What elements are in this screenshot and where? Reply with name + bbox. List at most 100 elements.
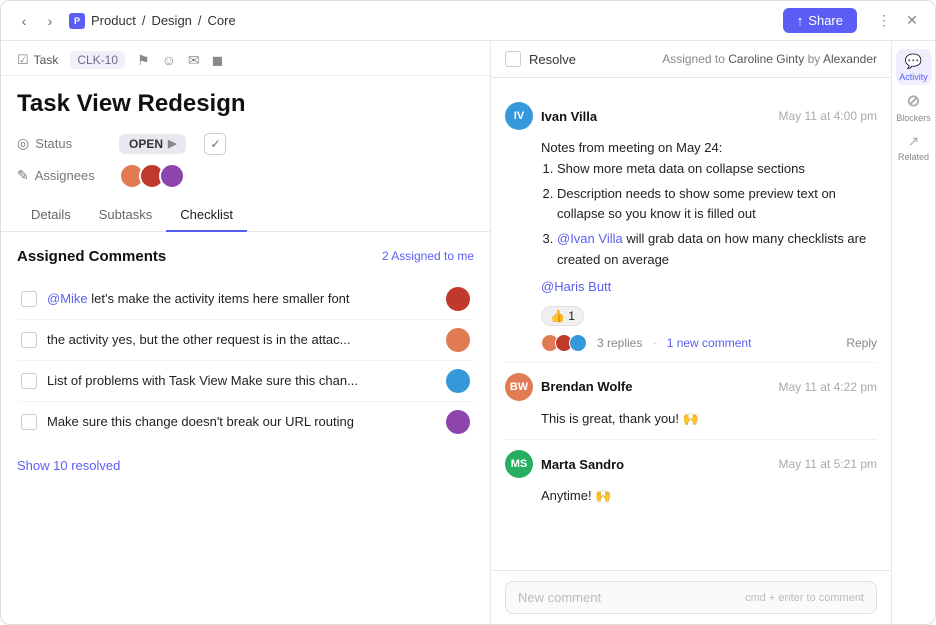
- activity-sidebar-button[interactable]: 💬 Activity: [896, 49, 932, 85]
- image-icon[interactable]: ◼: [212, 52, 224, 69]
- task-title: Task View Redesign: [17, 90, 474, 119]
- show-resolved-button[interactable]: Show 10 resolved: [17, 458, 474, 473]
- close-button[interactable]: ✕: [901, 10, 923, 32]
- complete-button[interactable]: ✓: [204, 133, 226, 155]
- item-avatar-3: [446, 369, 470, 393]
- status-label-text: Status: [35, 136, 72, 151]
- emoji-icon[interactable]: ☺: [162, 52, 176, 68]
- related-sidebar-button[interactable]: ↗ Related: [896, 129, 932, 165]
- new-comment-indicator: 1 new comment: [667, 336, 752, 350]
- reply-button[interactable]: Reply: [846, 336, 877, 350]
- blockers-sidebar-button[interactable]: ⊘ Blockers: [896, 89, 932, 125]
- activity-header: Resolve Assigned to Caroline Ginty by Al…: [491, 41, 891, 78]
- comment-input-hint: cmd + enter to comment: [745, 592, 864, 604]
- comment-input-area: New comment cmd + enter to comment: [491, 570, 891, 624]
- product-icon: P: [69, 13, 85, 29]
- comment-body-brendan: This is great, thank you! 🙌: [505, 409, 877, 430]
- comment-mention-haris: @Haris Butt: [541, 277, 877, 298]
- comment-intro: Notes from meeting on May 24:: [541, 138, 877, 159]
- breadcrumb: P Product / Design / Core: [69, 13, 236, 29]
- resolve-area: Resolve: [505, 51, 576, 67]
- item-checkbox-2[interactable]: [21, 332, 37, 348]
- right-sidebar: 💬 Activity ⊘ Blockers ↗ Related: [891, 41, 935, 624]
- item-checkbox-3[interactable]: [21, 373, 37, 389]
- checklist-item: Make sure this change doesn't break our …: [17, 402, 474, 442]
- left-panel: ☑ Task CLK-10 ⚑ ☺ ✉ ◼ Task View Redesign…: [1, 41, 491, 624]
- resolve-checkbox[interactable]: [505, 51, 521, 67]
- comment-time-marta: May 11 at 5:21 pm: [779, 457, 878, 471]
- back-button[interactable]: ‹: [13, 10, 35, 32]
- comment-input-placeholder: New comment: [518, 590, 601, 605]
- marta-text: Anytime! 🙌: [541, 486, 877, 507]
- replies-count: 3 replies: [597, 336, 642, 350]
- task-type-icon: ☑: [17, 52, 29, 68]
- status-badge[interactable]: OPEN ▶: [119, 134, 186, 154]
- comment-list: Show more meta data on collapse sections…: [541, 159, 877, 271]
- reply-avatars: [541, 334, 587, 352]
- comment-avatar-ivan: IV: [505, 102, 533, 130]
- status-value: OPEN: [129, 137, 163, 151]
- item-avatar-1: [446, 287, 470, 311]
- comment-footer-ivan: 3 replies · 1 new comment Reply: [505, 334, 877, 352]
- tab-subtasks[interactable]: Subtasks: [85, 199, 166, 232]
- breadcrumb-core[interactable]: Core: [208, 13, 236, 28]
- mention-ivan: @Ivan Villa: [557, 231, 623, 246]
- comments-area: IV Ivan Villa May 11 at 4:00 pm Notes fr…: [491, 78, 891, 570]
- section-title: Assigned Comments: [17, 248, 166, 265]
- thumbs-up-reaction[interactable]: 👍 1: [541, 306, 584, 326]
- activity-sidebar-label: Activity: [899, 72, 928, 82]
- item-text-3: List of problems with Task View Make sur…: [47, 373, 436, 388]
- main-content: ☑ Task CLK-10 ⚑ ☺ ✉ ◼ Task View Redesign…: [1, 41, 935, 624]
- section-header: Assigned Comments 2 Assigned to me: [17, 248, 474, 265]
- status-icon: ◎: [17, 135, 29, 152]
- tab-checklist[interactable]: Checklist: [166, 199, 247, 232]
- comment-list-item: Description needs to show some preview t…: [557, 184, 877, 226]
- breadcrumb-product[interactable]: Product: [91, 13, 136, 28]
- nav-arrows: ‹ ›: [13, 10, 61, 32]
- share-button[interactable]: ↑ Share: [783, 8, 857, 33]
- task-fields: ◎ Status OPEN ▶ ✓ ✎ Assignees: [1, 129, 490, 199]
- status-label: ◎ Status: [17, 135, 107, 152]
- checklist-content: Assigned Comments 2 Assigned to me @Mike…: [1, 232, 490, 624]
- item-checkbox-4[interactable]: [21, 414, 37, 430]
- checklist-item: List of problems with Task View Make sur…: [17, 361, 474, 402]
- comment-avatar-marta: MS: [505, 450, 533, 478]
- related-sidebar-icon: ↗: [908, 133, 920, 150]
- assigned-badge[interactable]: 2 Assigned to me: [382, 249, 474, 263]
- comment-author-brendan: Brendan Wolfe: [541, 379, 633, 394]
- task-type[interactable]: ☑ Task: [17, 52, 58, 68]
- comment-time-brendan: May 11 at 4:22 pm: [779, 380, 878, 394]
- comment-block-ivan: IV Ivan Villa May 11 at 4:00 pm Notes fr…: [505, 92, 877, 363]
- share-label: Share: [808, 13, 843, 28]
- item-checkbox-1[interactable]: [21, 291, 37, 307]
- minimize-button[interactable]: ⋮: [873, 10, 895, 32]
- item-text-4: Make sure this change doesn't break our …: [47, 414, 436, 429]
- blockers-sidebar-label: Blockers: [896, 113, 931, 123]
- comment-time-ivan: May 11 at 4:00 pm: [779, 109, 878, 123]
- assigned-by-name: Alexander: [823, 52, 877, 66]
- status-arrow-icon: ▶: [168, 137, 176, 150]
- assignees-label-text: Assignees: [35, 168, 95, 183]
- assignee-avatars[interactable]: [119, 163, 185, 189]
- mention-haris: @Haris Butt: [541, 279, 611, 294]
- blockers-sidebar-icon: ⊘: [907, 91, 920, 111]
- assigned-to-name: Caroline Ginty: [728, 52, 804, 66]
- comment-input[interactable]: New comment cmd + enter to comment: [505, 581, 877, 614]
- comment-header-ivan: IV Ivan Villa May 11 at 4:00 pm: [505, 102, 877, 130]
- breadcrumb-design[interactable]: Design: [151, 13, 191, 28]
- comment-avatar-brendan: BW: [505, 373, 533, 401]
- comment-author-marta: Marta Sandro: [541, 457, 624, 472]
- tag-icon[interactable]: ✉: [188, 52, 200, 69]
- flag-icon[interactable]: ⚑: [137, 52, 150, 69]
- item-avatar-2: [446, 328, 470, 352]
- avatar-3: [159, 163, 185, 189]
- comment-block-marta: MS Marta Sandro May 11 at 5:21 pm Anytim…: [505, 440, 877, 517]
- task-type-label: Task: [34, 53, 59, 67]
- forward-button[interactable]: ›: [39, 10, 61, 32]
- resolve-label: Resolve: [529, 52, 576, 67]
- comment-header-marta: MS Marta Sandro May 11 at 5:21 pm: [505, 450, 877, 478]
- item-text-2: the activity yes, but the other request …: [47, 332, 436, 347]
- assignees-icon: ✎: [17, 167, 29, 184]
- tab-details[interactable]: Details: [17, 199, 85, 232]
- checklist-items: @Mike let's make the activity items here…: [17, 279, 474, 442]
